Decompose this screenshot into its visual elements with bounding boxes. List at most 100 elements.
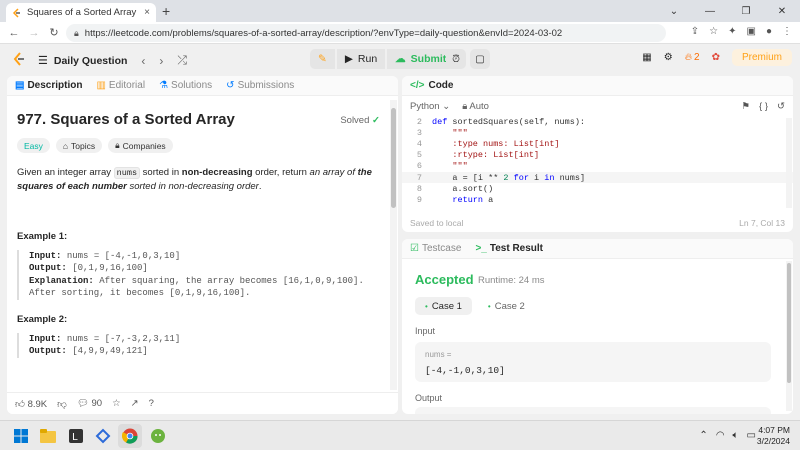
- new-tab-button[interactable]: +: [162, 3, 170, 19]
- debug-button[interactable]: ✎: [310, 49, 335, 69]
- output-value-box: [415, 407, 771, 414]
- result-scrollbar[interactable]: [786, 261, 792, 411]
- output-label: Output:: [29, 263, 67, 274]
- scrollbar-thumb[interactable]: [391, 108, 396, 208]
- tab-testcase[interactable]: ☑ Testcase: [410, 243, 461, 254]
- layout-grid-icon[interactable]: ▦: [642, 52, 651, 63]
- submit-button[interactable]: ☁ Submit: [387, 49, 455, 69]
- menu-icon[interactable]: ⋮: [782, 26, 792, 37]
- reset-icon[interactable]: ↺: [777, 101, 785, 112]
- editor-scrollbar[interactable]: [786, 118, 792, 208]
- avatar[interactable]: ✿: [712, 52, 720, 63]
- case-1-tab[interactable]: • Case 1: [415, 297, 472, 315]
- companies-chip[interactable]: 🔒︎ Companies: [108, 138, 173, 153]
- code-line[interactable]: 3 """: [402, 127, 793, 138]
- tab-submissions[interactable]: ↺ Submissions: [226, 80, 294, 91]
- format-braces-icon[interactable]: { }: [759, 101, 768, 112]
- bookmark-star-icon[interactable]: ☆: [709, 26, 718, 37]
- tab-test-result-label: Test Result: [489, 243, 544, 254]
- svg-text:L: L: [72, 432, 78, 443]
- tab-description[interactable]: ▤ Description: [15, 80, 82, 91]
- url-field[interactable]: 🔒︎ https://leetcode.com/problems/squares…: [66, 24, 666, 42]
- tab-close-icon[interactable]: ×: [144, 7, 150, 18]
- help-icon[interactable]: ?: [149, 398, 154, 409]
- clock[interactable]: 4:07 PM 3/2/2024: [757, 425, 790, 448]
- restore-icon[interactable]: ❐: [728, 0, 764, 22]
- leetcode-logo-icon[interactable]: [12, 52, 26, 66]
- favorite-star-icon[interactable]: ☆: [112, 398, 121, 409]
- nav-right: ▦ ⚙ 🔥︎ 2 ✿ Premium: [642, 49, 792, 66]
- dislike-button[interactable]: 👎︎: [57, 398, 67, 410]
- case-2-tab[interactable]: • Case 2: [478, 297, 535, 315]
- code-line[interactable]: 4 :type nums: List[int]: [402, 138, 793, 149]
- like-button[interactable]: 👍︎ 8.9K: [15, 398, 47, 410]
- tab-test-result[interactable]: >_ Test Result: [475, 243, 543, 254]
- profile-icon[interactable]: ●: [766, 26, 772, 37]
- taskbar: L ⌃ ◠ 🔈︎ ▭ 4:07 PM 3/2/2024: [0, 420, 800, 450]
- next-problem-icon[interactable]: ›: [159, 54, 163, 68]
- battery-icon[interactable]: ▭: [747, 430, 756, 441]
- back-icon[interactable]: ←: [4, 27, 24, 39]
- wifi-icon[interactable]: ◠: [716, 430, 725, 441]
- code-editor-app-icon[interactable]: [94, 427, 112, 445]
- code-line[interactable]: 6 """: [402, 161, 793, 172]
- output-section-label: Output: [415, 393, 443, 403]
- system-tray: ⌃ ◠ 🔈︎ ▭: [699, 430, 756, 441]
- line-number: 5: [416, 150, 422, 161]
- code-line[interactable]: 7 a = [i ** 2 for i in nums]: [402, 171, 793, 184]
- volume-icon[interactable]: 🔈︎: [733, 430, 739, 441]
- bookmark-icon[interactable]: ⚑: [742, 101, 751, 112]
- tab-solutions[interactable]: ⚗ Solutions: [159, 80, 212, 91]
- tab-editorial[interactable]: ▥ Editorial: [96, 80, 145, 91]
- extensions-icon[interactable]: ✦: [728, 26, 736, 37]
- windows-start-icon[interactable]: [12, 427, 30, 445]
- desc-italic: sorted in non-decreasing order: [126, 181, 259, 193]
- sidepanel-icon[interactable]: ▣: [747, 26, 756, 37]
- app-icon[interactable]: L: [67, 427, 85, 445]
- premium-button[interactable]: Premium: [731, 49, 792, 66]
- chrome-icon[interactable]: [121, 427, 139, 445]
- code-panel-header: </> Code: [402, 76, 793, 96]
- minimize-icon[interactable]: —: [692, 0, 728, 22]
- settings-gear-icon[interactable]: ⚙: [664, 52, 673, 63]
- android-icon[interactable]: [149, 427, 167, 445]
- file-explorer-icon[interactable]: [39, 427, 57, 445]
- scrollbar-thumb[interactable]: [787, 263, 791, 383]
- comments-button[interactable]: 💬︎ 90: [77, 398, 102, 409]
- tab-editorial-label: Editorial: [108, 80, 146, 91]
- param-name: nums =: [425, 350, 452, 359]
- chevron-up-icon[interactable]: ⌃: [699, 430, 707, 441]
- problem-title[interactable]: 977. Squares of a Sorted Array: [17, 111, 388, 128]
- shuffle-icon[interactable]: ⤮: [177, 53, 187, 68]
- share-icon[interactable]: ⇪: [691, 26, 699, 37]
- example-output: [0,1,9,16,100]: [72, 263, 148, 274]
- list-icon[interactable]: ☰: [38, 54, 48, 67]
- share-icon[interactable]: ↗: [131, 398, 139, 409]
- reload-icon[interactable]: ↻: [44, 26, 64, 39]
- auto-toggle[interactable]: 🔒︎ Auto: [462, 101, 489, 112]
- chevron-down-icon[interactable]: ⌄: [656, 0, 692, 22]
- document-icon: ▤: [15, 80, 25, 91]
- timer-button[interactable]: ⏰︎: [446, 49, 466, 69]
- code-line[interactable]: 8 a.sort(): [402, 183, 793, 194]
- language-select[interactable]: Python ⌄: [410, 101, 450, 112]
- thumbs-down-icon: 👎︎: [57, 398, 67, 410]
- code-line[interactable]: 9 return a: [402, 194, 793, 205]
- daily-question-label[interactable]: Daily Question: [54, 55, 128, 67]
- note-icon: ▢: [475, 53, 485, 65]
- notes-button[interactable]: ▢: [470, 49, 490, 69]
- code-line[interactable]: 5 :rtype: List[int]: [402, 150, 793, 161]
- streak-counter[interactable]: 🔥︎ 2: [685, 52, 700, 63]
- code-editor[interactable]: 2 def sortedSquares(self, nums): 3 """ 4 :t…: [402, 116, 793, 211]
- browser-tab[interactable]: Squares of a Sorted Array - LeetC ×: [6, 3, 156, 22]
- description-scrollbar[interactable]: [390, 100, 397, 390]
- topics-chip[interactable]: ⌂ Topics: [55, 138, 103, 153]
- run-button[interactable]: ▶ Run: [336, 49, 386, 69]
- forward-icon[interactable]: →: [24, 27, 44, 39]
- prev-problem-icon[interactable]: ‹: [141, 54, 145, 68]
- code-line[interactable]: 2 def sortedSquares(self, nums):: [402, 116, 793, 127]
- terminal-icon: >_: [475, 243, 487, 254]
- close-window-icon[interactable]: ✕: [764, 0, 800, 22]
- fire-icon: 🔥︎: [684, 52, 693, 63]
- browser-toolbar-icons: ⇪ ☆ ✦ ▣ ● ⋮: [691, 26, 792, 37]
